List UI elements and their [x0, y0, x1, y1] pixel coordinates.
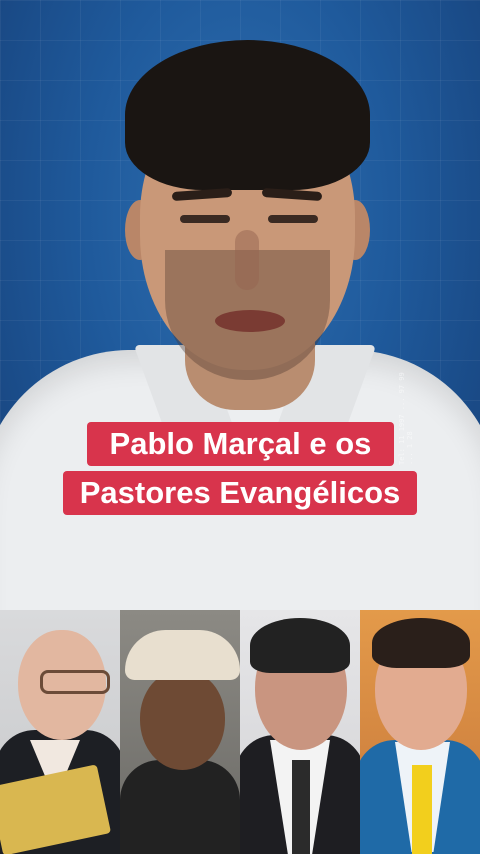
title-caption: Pablo Marçal e os Pastores Evangélicos: [63, 422, 417, 520]
speaker-eye-right: [268, 215, 318, 223]
tie-icon: [412, 765, 432, 854]
pastor-photo-4: [360, 610, 480, 854]
caption-line-2: Pastores Evangélicos: [63, 471, 417, 515]
caption-line-1: Pablo Marçal e os: [87, 422, 394, 466]
speaker-eye-left: [180, 215, 230, 223]
glasses-icon: [40, 670, 110, 694]
tie-icon: [292, 760, 310, 854]
shirt: [120, 760, 240, 854]
speaker-mouth: [215, 310, 285, 332]
pastor-photo-2: [120, 610, 240, 854]
pastors-photo-strip: [0, 610, 480, 854]
cowboy-hat-icon: [125, 630, 240, 680]
speaker-hair: [125, 40, 370, 190]
pastor-photo-3: [240, 610, 360, 854]
pastor-photo-1: [0, 610, 120, 854]
speaker-nose: [235, 230, 259, 290]
video-frame: Tel: 11 1997 ... 97 99 ... 1 28 Pablo Ma…: [0, 0, 480, 854]
face: [140, 670, 225, 770]
